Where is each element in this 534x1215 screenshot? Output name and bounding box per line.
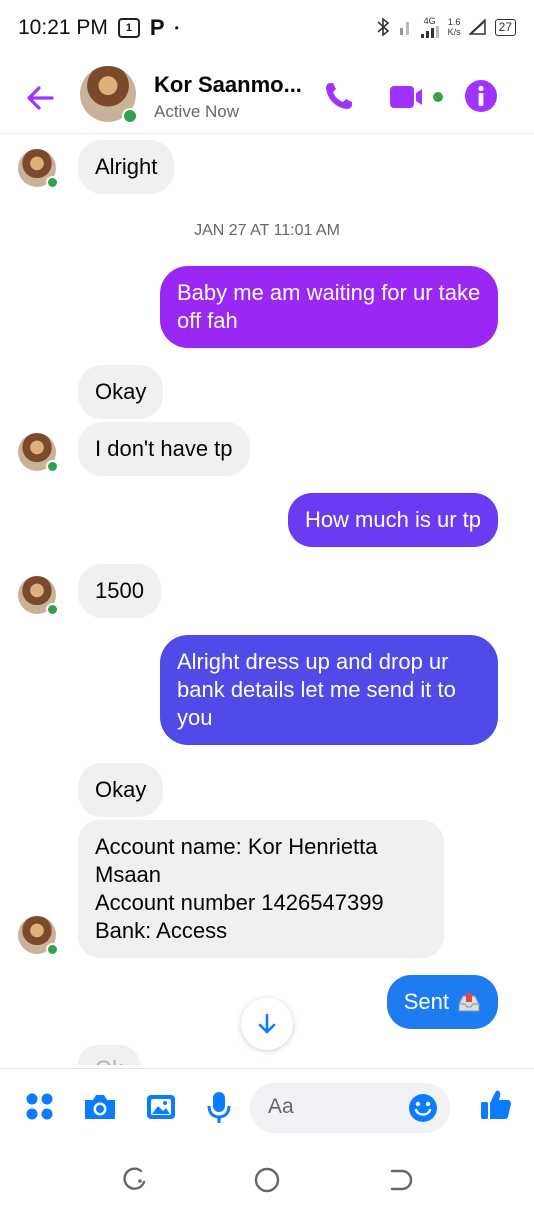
message-list[interactable]: Alright JAN 27 AT 11:01 AM Baby me am wa… (0, 135, 534, 1065)
sender-avatar (18, 149, 59, 189)
inbox-tray-emoji-icon (458, 993, 480, 1012)
outgoing-message[interactable]: Baby me am waiting for ur take off fah (160, 266, 498, 348)
message-timestamp: JAN 27 AT 11:01 AM (194, 222, 340, 239)
status-bar: 10:21 PM 1 P • 4G 1.6 K/s 27 (0, 0, 534, 56)
incoming-bank-details-message[interactable]: Account name: Kor Henrietta Msaan Accoun… (78, 820, 444, 958)
signal-bars-icon (420, 26, 439, 38)
message-text: Sent (403, 989, 449, 1014)
bank-line: Bank: Access (95, 918, 228, 943)
sender-avatar (18, 916, 59, 956)
voice-call-icon[interactable] (322, 79, 356, 113)
outgoing-message[interactable]: Alright dress up and drop ur bank detail… (160, 635, 498, 745)
back-nav-icon[interactable] (386, 1166, 414, 1194)
message-input-placeholder: Aa (268, 1095, 294, 1118)
incoming-message[interactable]: Okay (78, 763, 164, 817)
signal-sim1-icon (399, 22, 409, 35)
contact-avatar[interactable] (80, 66, 138, 124)
video-call-icon[interactable] (390, 82, 446, 112)
message-composer: Aa (0, 1068, 534, 1146)
network-speed: 1.6 K/s (448, 17, 461, 37)
incoming-message[interactable]: I don't have tp (78, 422, 250, 476)
grid-menu-icon[interactable] (25, 1089, 55, 1125)
incoming-message[interactable]: Alright (78, 140, 175, 194)
back-arrow-icon[interactable] (22, 80, 58, 116)
online-status-dot (46, 603, 59, 616)
contact-name[interactable]: Kor Saanmo... (154, 72, 302, 98)
conversation-header: Kor Saanmo... Active Now (0, 62, 534, 134)
sender-avatar (18, 576, 59, 616)
online-status-dot (46, 176, 59, 189)
message-input[interactable]: Aa (250, 1083, 450, 1133)
home-icon[interactable] (253, 1166, 281, 1194)
sender-avatar (18, 433, 59, 473)
scroll-to-bottom-button[interactable] (241, 998, 293, 1050)
recents-icon[interactable] (121, 1166, 149, 1194)
incoming-message[interactable]: 1500 (78, 564, 161, 618)
camera-icon[interactable] (82, 1089, 118, 1125)
status-time: 10:21 PM (18, 16, 108, 39)
bluetooth-icon (377, 17, 389, 37)
system-navigation-bar (0, 1146, 534, 1215)
bank-line: Account number 1426547399 (95, 890, 384, 915)
emoji-icon[interactable] (408, 1093, 438, 1123)
arrow-down-icon (258, 1013, 276, 1034)
more-notifications-dot: • (174, 21, 179, 35)
thumbs-up-icon[interactable] (478, 1087, 514, 1123)
network-type: 4G (423, 16, 436, 26)
p-app-icon: P (149, 15, 165, 40)
no-signal-icon (468, 19, 486, 35)
incoming-message-partial: Ok (78, 1045, 141, 1065)
microphone-icon[interactable] (205, 1089, 233, 1127)
online-status-dot (122, 108, 138, 124)
gallery-icon[interactable] (144, 1089, 178, 1125)
notification-badge-icon: 1 (117, 18, 140, 38)
battery-indicator: 27 (494, 18, 516, 36)
online-status-dot (46, 460, 59, 473)
speed-value: 1.6 (447, 17, 461, 27)
speed-unit: K/s (447, 27, 461, 37)
incoming-message[interactable]: Okay (78, 365, 164, 419)
outgoing-message[interactable]: How much is ur tp (287, 493, 498, 547)
bank-line: Msaan (95, 862, 162, 887)
signal-4g: 4G (420, 16, 440, 38)
contact-active-status: Active Now (154, 102, 240, 121)
online-status-dot (46, 943, 59, 956)
bank-line: Account name: Kor Henrietta (95, 834, 378, 859)
outgoing-message[interactable]: Sent (386, 975, 498, 1029)
info-icon[interactable] (464, 79, 498, 113)
